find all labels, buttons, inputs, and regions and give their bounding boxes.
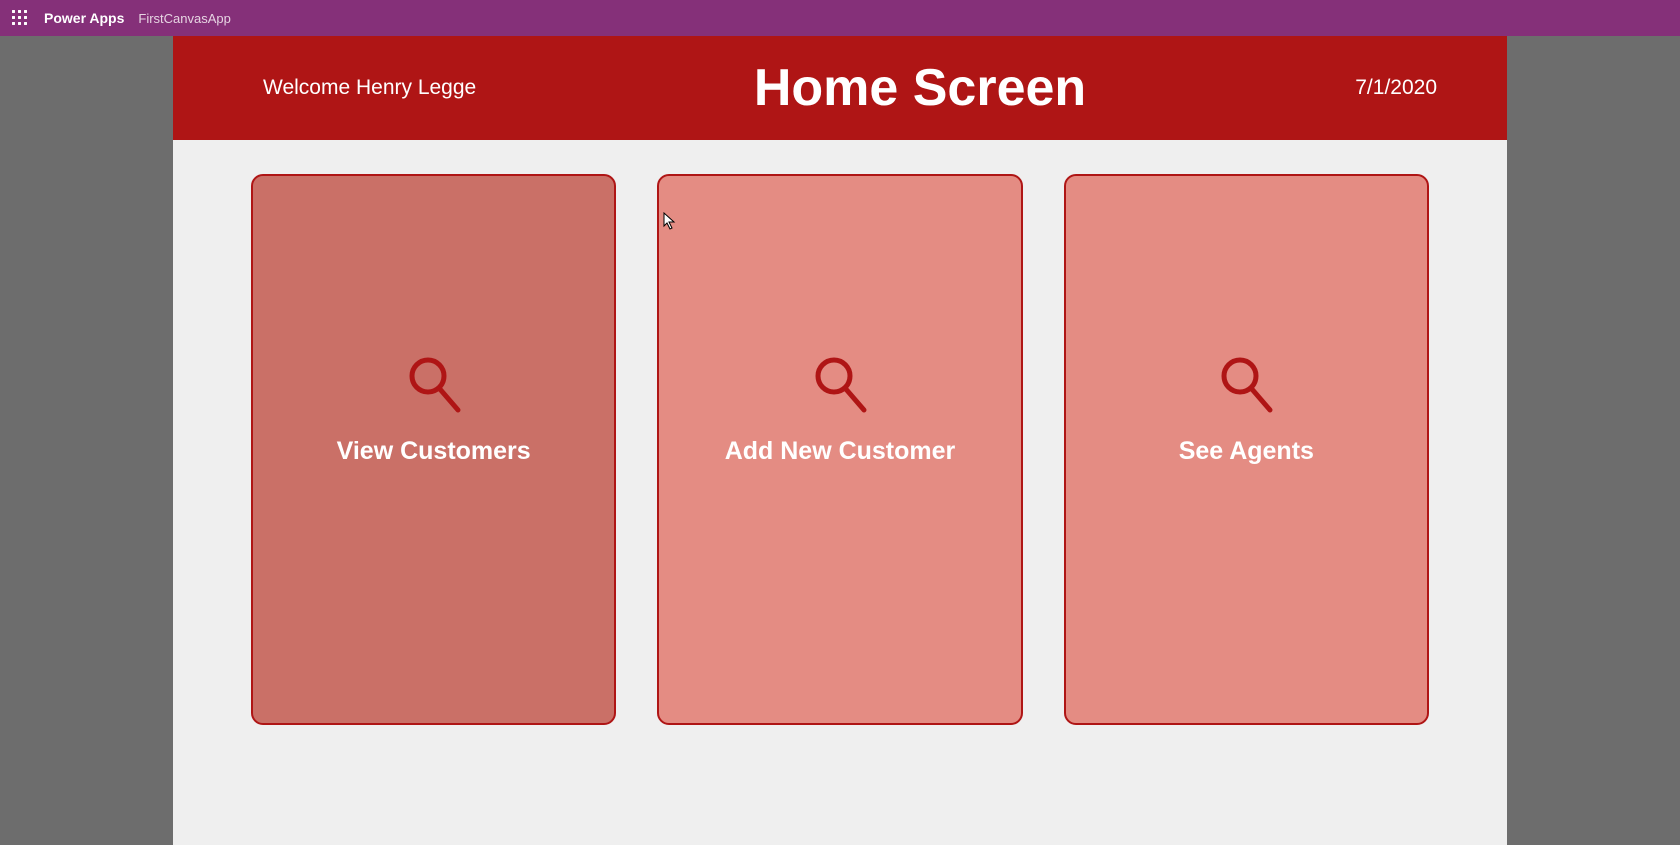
tile-see-agents[interactable]: See Agents xyxy=(1064,174,1429,725)
tile-label: Add New Customer xyxy=(725,437,956,466)
search-icon xyxy=(406,354,462,419)
canvas-app-area: Welcome Henry Legge Home Screen 7/1/2020… xyxy=(173,36,1507,845)
tile-label: See Agents xyxy=(1179,437,1314,466)
app-header: Welcome Henry Legge Home Screen 7/1/2020 xyxy=(173,36,1507,140)
tile-view-customers[interactable]: View Customers xyxy=(251,174,616,725)
app-name-label: FirstCanvasApp xyxy=(138,11,230,26)
welcome-text: Welcome Henry Legge xyxy=(263,76,603,100)
tile-label: View Customers xyxy=(337,437,531,466)
tiles-container: View Customers Add New Customer See Agen… xyxy=(173,140,1507,725)
app-launcher-icon[interactable] xyxy=(12,10,28,26)
tile-add-new-customer[interactable]: Add New Customer xyxy=(657,174,1022,725)
power-apps-top-bar: Power Apps FirstCanvasApp xyxy=(0,0,1680,36)
screen-title: Home Screen xyxy=(603,58,1237,118)
search-icon xyxy=(812,354,868,419)
brand-label: Power Apps xyxy=(44,10,124,26)
search-icon xyxy=(1218,354,1274,419)
date-text: 7/1/2020 xyxy=(1237,76,1437,100)
